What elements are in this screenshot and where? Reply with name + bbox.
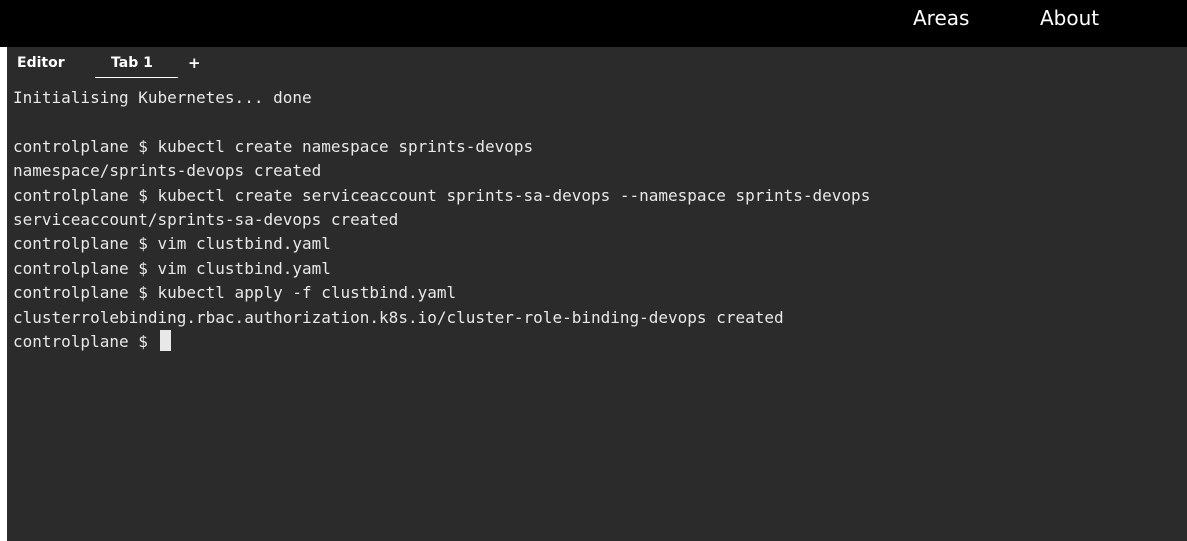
- terminal-line: controlplane $ kubectl create namespace …: [13, 136, 534, 156]
- terminal-prompt: controlplane $: [13, 331, 158, 351]
- terminal-line: controlplane $ kubectl apply -f clustbin…: [13, 283, 457, 303]
- nav-link-about[interactable]: About: [1040, 6, 1099, 30]
- terminal-line: controlplane $ vim clustbind.yaml: [13, 258, 331, 278]
- terminal-line: controlplane $ vim clustbind.yaml: [13, 234, 331, 254]
- active-tab-indicator: [95, 77, 178, 78]
- terminal-line: clusterrolebinding.rbac.authorization.k8…: [13, 307, 784, 327]
- terminal-line: controlplane $ kubectl create serviceacc…: [13, 185, 871, 205]
- add-tab-button[interactable]: +: [188, 55, 201, 71]
- nav-link-areas[interactable]: Areas: [913, 6, 969, 30]
- terminal-cursor: [159, 329, 171, 351]
- terminal-tab-bar: Editor Tab 1 +: [7, 47, 1187, 78]
- top-navigation-bar: Areas About: [0, 0, 1187, 47]
- tab-1[interactable]: Tab 1: [111, 55, 153, 71]
- terminal-prompt-line[interactable]: controlplane $: [13, 329, 1183, 354]
- terminal-line: Initialising Kubernetes... done: [13, 88, 312, 107]
- terminal-line: namespace/sprints-devops created: [13, 161, 322, 181]
- tab-editor[interactable]: Editor: [17, 55, 65, 71]
- terminal-line: serviceaccount/sprints-sa-devops created: [13, 209, 399, 229]
- terminal-output[interactable]: Initialising Kubernetes... done controlpl…: [13, 86, 1183, 354]
